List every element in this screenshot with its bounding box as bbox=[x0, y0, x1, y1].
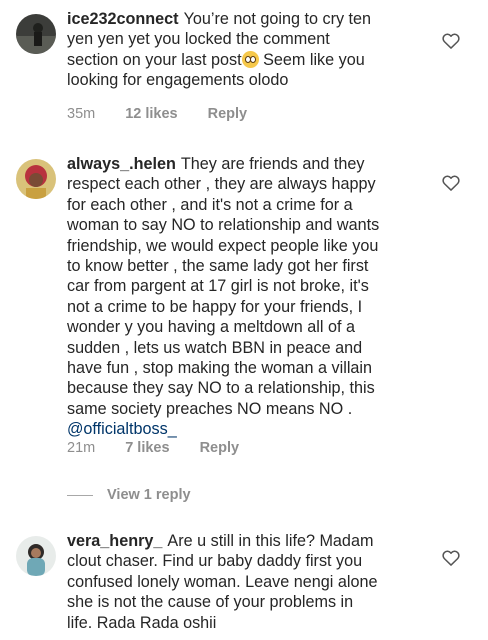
view-replies-button[interactable]: View 1 reply bbox=[67, 487, 191, 503]
comment-meta: 21m 7 likes Reply bbox=[67, 440, 269, 456]
heart-icon[interactable] bbox=[441, 173, 461, 193]
view-replies-label: View 1 reply bbox=[107, 487, 191, 503]
comment-text: because they say NO to a relationship, t… bbox=[67, 379, 375, 398]
comment-text: They are friends and they bbox=[180, 155, 365, 173]
reply-button[interactable]: Reply bbox=[200, 440, 240, 456]
comment-text: section on your last post bbox=[67, 50, 242, 69]
avatar[interactable] bbox=[16, 536, 56, 576]
comment-text: friendship, we would expect people like … bbox=[67, 236, 379, 255]
comment-body: always_.helen They are friends and they r… bbox=[67, 154, 423, 440]
comment-body: ice232connect You’re not going to cry ten… bbox=[67, 9, 423, 91]
comment-text: car from pargent at 17 girl is not broke… bbox=[67, 277, 369, 296]
comment-text: yen yen yet you locked the comment bbox=[67, 30, 330, 49]
comment-text: not a crime to be happy for your friends… bbox=[67, 297, 363, 316]
comment-text: she is not the cause of your problems in bbox=[67, 593, 354, 612]
username[interactable]: always_.helen bbox=[67, 155, 176, 173]
comment-text: for each other , and it's not a crime fo… bbox=[67, 195, 353, 214]
comment-text: clout chaser. Find ur baby daddy first y… bbox=[67, 552, 363, 571]
comment-text: Are u still in this life? Madam bbox=[167, 532, 374, 550]
heart-icon[interactable] bbox=[441, 31, 461, 51]
likes-count[interactable]: 12 likes bbox=[125, 106, 177, 122]
avatar[interactable] bbox=[16, 159, 56, 199]
comment-text: confused lonely woman. Leave nengi alone bbox=[67, 572, 378, 591]
flushed-face-emoji bbox=[241, 50, 259, 68]
username[interactable]: vera_henry_ bbox=[67, 532, 162, 550]
comment-meta: 35m 12 likes Reply bbox=[67, 106, 277, 122]
divider bbox=[67, 494, 93, 496]
comment-text: woman to say NO to relationship and want… bbox=[67, 216, 380, 235]
avatar[interactable] bbox=[16, 14, 56, 54]
likes-count[interactable]: 7 likes bbox=[125, 440, 169, 456]
timestamp: 21m bbox=[67, 440, 96, 456]
heart-icon[interactable] bbox=[441, 548, 461, 568]
comment-text: You’re not going to cry ten bbox=[183, 10, 372, 28]
comment-text: looking for engagements olodo bbox=[67, 71, 289, 90]
comment-text: Seem like you bbox=[263, 50, 365, 69]
comment-text: to know better , the same lady got her f… bbox=[67, 257, 369, 276]
comment-text: life. Rada Rada oshii bbox=[67, 613, 217, 632]
username[interactable]: ice232connect bbox=[67, 10, 179, 28]
comment-text: sudden , lets us watch BBN in peace and bbox=[67, 338, 363, 357]
comment-text: same society preaches NO means NO . bbox=[67, 399, 353, 418]
timestamp: 35m bbox=[67, 106, 96, 122]
mention-link[interactable]: @officialtboss_ bbox=[67, 419, 423, 439]
comment-text: have fun , stop making the woman a villa… bbox=[67, 359, 373, 378]
comment-text: respect each other , they are always hap… bbox=[67, 175, 376, 194]
comment-body: vera_henry_ Are u still in this life? Mad… bbox=[67, 531, 423, 633]
reply-button[interactable]: Reply bbox=[208, 106, 248, 122]
comment-text: wonder y you having a meltdown all of a bbox=[67, 318, 355, 337]
